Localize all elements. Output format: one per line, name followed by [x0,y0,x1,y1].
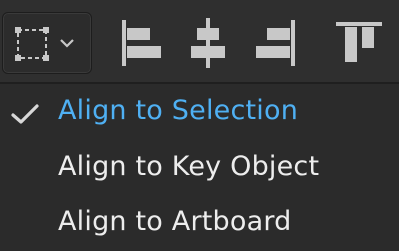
align-horizontal-centers-icon[interactable] [184,14,234,72]
menu-item-label: Align to Artboard [58,206,292,237]
chevron-down-icon [60,39,74,48]
align-right-edges-icon[interactable] [251,14,301,72]
align-top-edges-icon[interactable] [332,14,387,72]
dashed-selection-square-icon [15,27,49,61]
checkmark-icon [11,104,39,124]
align-left-edges-icon[interactable] [117,14,167,72]
align-to-dropdown-button[interactable] [2,12,92,74]
menu-item-align-to-selection[interactable]: Align to Selection [0,88,399,136]
align-to-menu: Align to Selection Align to Key Object A… [0,84,399,251]
align-toolbar [0,0,399,84]
menu-item-align-to-artboard[interactable]: Align to Artboard [0,199,399,247]
menu-item-label: Align to Key Object [58,151,320,182]
menu-item-align-to-key-object[interactable]: Align to Key Object [0,144,399,192]
menu-item-label: Align to Selection [58,95,299,126]
